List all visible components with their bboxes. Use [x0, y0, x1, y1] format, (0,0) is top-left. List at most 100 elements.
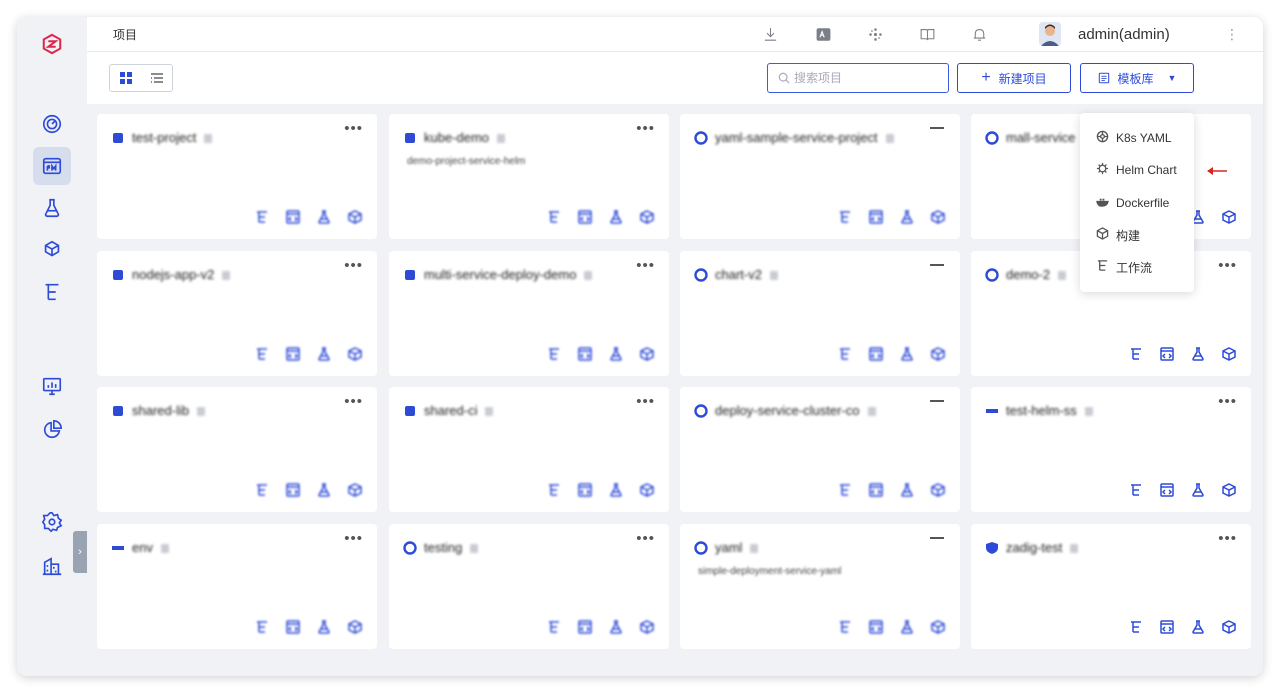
test-flask-icon[interactable]: [898, 208, 915, 225]
card-collapse-icon[interactable]: [930, 400, 944, 402]
service-cube-icon[interactable]: [638, 345, 655, 362]
service-cube-icon[interactable]: [346, 481, 363, 498]
environment-code-icon[interactable]: [284, 345, 301, 362]
service-cube-icon[interactable]: [929, 345, 946, 362]
card-more-icon[interactable]: •••: [1218, 393, 1237, 410]
project-card[interactable]: test-project •••: [97, 114, 377, 239]
new-project-button[interactable]: + 新建项目: [957, 63, 1071, 93]
test-flask-icon[interactable]: [315, 618, 332, 635]
test-flask-icon[interactable]: [898, 618, 915, 635]
test-flask-icon[interactable]: [315, 481, 332, 498]
project-title[interactable]: demo-2: [1006, 267, 1067, 282]
project-title[interactable]: env: [132, 540, 169, 555]
project-title[interactable]: mall-service: [1006, 130, 1092, 145]
project-card[interactable]: testing •••: [389, 524, 669, 649]
project-card[interactable]: chart-v2: [680, 251, 960, 376]
workflow-icon[interactable]: [253, 481, 270, 498]
environment-code-icon[interactable]: [1158, 481, 1175, 498]
project-title[interactable]: nodejs-app-v2: [132, 267, 231, 282]
project-title[interactable]: yaml-sample-service-project: [715, 130, 894, 145]
header-more-icon[interactable]: ⋮: [1225, 26, 1239, 43]
bell-icon[interactable]: [969, 24, 989, 44]
template-menu-item[interactable]: Helm Chart: [1096, 160, 1177, 180]
workflow-icon[interactable]: [836, 345, 853, 362]
environment-code-icon[interactable]: [867, 345, 884, 362]
project-title[interactable]: multi-service-deploy-demo: [424, 267, 593, 282]
download-icon[interactable]: [760, 24, 780, 44]
grid-view-button[interactable]: [110, 65, 141, 91]
project-title[interactable]: kube-demo: [424, 130, 506, 145]
card-more-icon[interactable]: •••: [1218, 257, 1237, 274]
card-more-icon[interactable]: •••: [344, 120, 363, 137]
environment-code-icon[interactable]: [284, 618, 301, 635]
docs-book-icon[interactable]: [917, 24, 937, 44]
card-more-icon[interactable]: •••: [636, 393, 655, 410]
list-view-button[interactable]: [141, 65, 172, 91]
service-cube-icon[interactable]: [1220, 481, 1237, 498]
username[interactable]: admin(admin): [1078, 26, 1170, 43]
template-menu-item[interactable]: Dockerfile: [1096, 193, 1169, 213]
project-card[interactable]: env •••: [97, 524, 377, 649]
breadcrumb[interactable]: 项目: [113, 26, 137, 43]
workflow-icon[interactable]: [545, 208, 562, 225]
template-menu-item[interactable]: 构建: [1096, 225, 1140, 245]
test-flask-icon[interactable]: [1189, 618, 1206, 635]
environment-code-icon[interactable]: [576, 481, 593, 498]
service-cube-icon[interactable]: [638, 481, 655, 498]
sidebar-item-statistics[interactable]: [33, 411, 71, 449]
card-more-icon[interactable]: •••: [344, 530, 363, 547]
test-flask-icon[interactable]: [898, 481, 915, 498]
test-flask-icon[interactable]: [607, 345, 624, 362]
project-card[interactable]: yaml simple-deployment-service-yaml: [680, 524, 960, 649]
sidebar-item-delivery[interactable]: [33, 231, 71, 269]
project-title[interactable]: chart-v2: [715, 267, 778, 282]
project-card[interactable]: shared-lib •••: [97, 387, 377, 512]
card-more-icon[interactable]: •••: [636, 530, 655, 547]
project-title[interactable]: test-helm-ss: [1006, 403, 1093, 418]
workflow-icon[interactable]: [253, 345, 270, 362]
environment-code-icon[interactable]: [867, 208, 884, 225]
card-more-icon[interactable]: •••: [344, 257, 363, 274]
workflow-icon[interactable]: [1127, 481, 1144, 498]
test-flask-icon[interactable]: [607, 208, 624, 225]
project-card[interactable]: nodejs-app-v2 •••: [97, 251, 377, 376]
sidebar-expand-handle[interactable]: ›: [73, 531, 87, 573]
project-title[interactable]: deploy-service-cluster-co: [715, 403, 876, 418]
card-collapse-icon[interactable]: [930, 537, 944, 539]
sidebar-item-enterprise[interactable]: [33, 547, 71, 585]
sidebar-item-settings[interactable]: [33, 503, 71, 541]
service-cube-icon[interactable]: [929, 481, 946, 498]
sidebar-item-monitor[interactable]: [33, 367, 71, 405]
environment-code-icon[interactable]: [867, 481, 884, 498]
project-card[interactable]: test-helm-ss •••: [971, 387, 1251, 512]
project-title[interactable]: testing: [424, 540, 479, 555]
sidebar-item-workflow[interactable]: [33, 273, 71, 311]
card-more-icon[interactable]: •••: [1218, 530, 1237, 547]
card-more-icon[interactable]: •••: [636, 257, 655, 274]
test-flask-icon[interactable]: [607, 618, 624, 635]
project-card[interactable]: yaml-sample-service-project: [680, 114, 960, 239]
card-more-icon[interactable]: •••: [344, 393, 363, 410]
template-library-button[interactable]: 模板库 ▼: [1080, 63, 1194, 93]
project-title[interactable]: yaml: [715, 540, 759, 555]
sidebar-item-projects[interactable]: [33, 147, 71, 185]
project-card[interactable]: multi-service-deploy-demo •••: [389, 251, 669, 376]
sidebar-item-testing[interactable]: [33, 189, 71, 227]
test-flask-icon[interactable]: [315, 208, 332, 225]
template-menu-item[interactable]: 工作流: [1096, 257, 1152, 277]
avatar[interactable]: [1039, 22, 1061, 46]
project-card[interactable]: zadig-test •••: [971, 524, 1251, 649]
workflow-icon[interactable]: [1127, 345, 1144, 362]
service-cube-icon[interactable]: [929, 208, 946, 225]
workflow-icon[interactable]: [545, 481, 562, 498]
card-collapse-icon[interactable]: [930, 127, 944, 129]
service-cube-icon[interactable]: [929, 618, 946, 635]
service-cube-icon[interactable]: [1220, 208, 1237, 225]
project-card[interactable]: kube-demo demo-project-service-helm •••: [389, 114, 669, 239]
workflow-icon[interactable]: [545, 345, 562, 362]
test-flask-icon[interactable]: [1189, 481, 1206, 498]
test-flask-icon[interactable]: [607, 481, 624, 498]
sidebar-item-overview[interactable]: [33, 105, 71, 143]
service-cube-icon[interactable]: [638, 618, 655, 635]
template-menu-item[interactable]: K8s YAML: [1096, 128, 1172, 148]
